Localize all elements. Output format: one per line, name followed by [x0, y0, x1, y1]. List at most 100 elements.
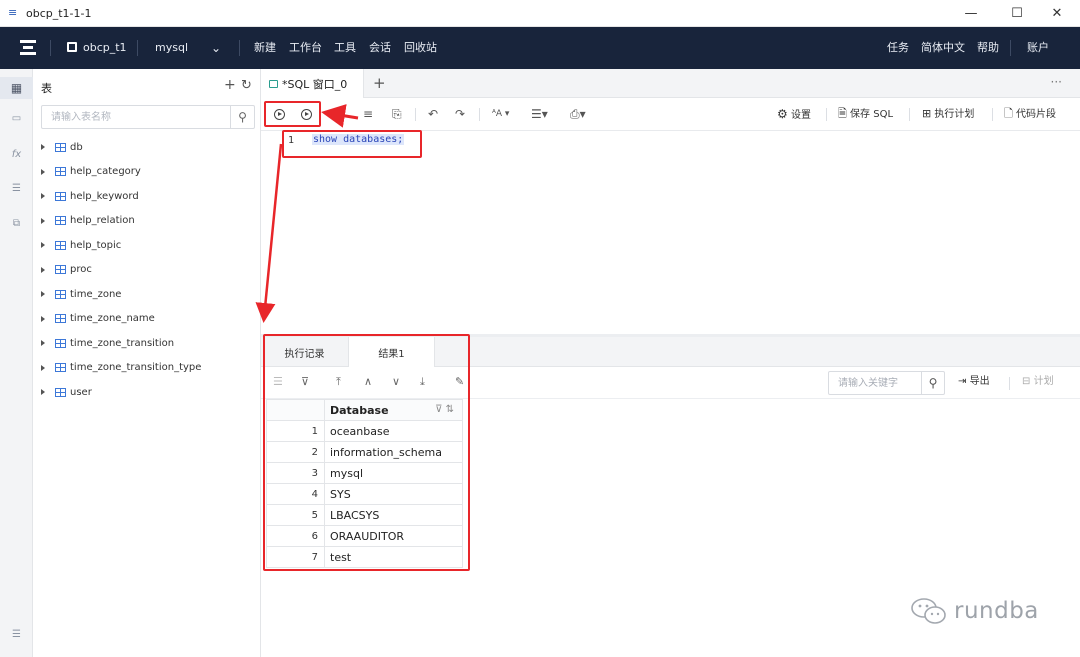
plan-icon: ⊟	[1022, 376, 1031, 387]
table-name: time_zone	[70, 288, 122, 300]
tree-item-table[interactable]: time_zone_transition	[41, 335, 174, 351]
table-icon	[55, 314, 66, 323]
expand-caret-icon[interactable]	[41, 144, 45, 150]
menu-new[interactable]: 新建	[254, 41, 276, 55]
expand-caret-icon[interactable]	[41, 266, 45, 273]
indent-icon[interactable]: ☰▾	[531, 107, 548, 121]
editor-tab-bar: *SQL 窗口_0 + ···	[261, 69, 1080, 98]
toolbar-divider	[1009, 377, 1010, 390]
undo-icon[interactable]: ↶	[428, 107, 438, 121]
find-icon[interactable]: ⎘	[392, 107, 402, 121]
expand-caret-icon[interactable]	[41, 340, 45, 346]
save-icon: 🗎	[838, 107, 847, 120]
expand-caret-icon[interactable]	[41, 291, 45, 297]
tree-item-table[interactable]: db	[41, 139, 83, 155]
tree-item-table[interactable]: proc	[41, 262, 92, 278]
menu-account[interactable]: 账户	[1027, 41, 1049, 55]
redo-icon[interactable]: ↷	[455, 107, 465, 121]
table-name: time_zone_transition	[70, 337, 175, 349]
expand-caret-icon[interactable]	[41, 315, 45, 322]
table-name: time_zone_name	[70, 313, 155, 324]
table-search-box: ⚲	[41, 105, 255, 129]
case-icon[interactable]: ᴬA ▾	[492, 107, 509, 121]
expand-caret-icon[interactable]	[41, 389, 45, 395]
table-search-input[interactable]	[42, 106, 230, 128]
nav-divider	[50, 40, 51, 56]
more-icon[interactable]: ···	[1051, 75, 1062, 89]
sql-file-icon	[269, 79, 278, 88]
nav-divider	[137, 40, 138, 56]
keyword-search-box: ⚲	[828, 371, 945, 395]
toolbar-divider	[826, 108, 827, 121]
script-icon[interactable]: ⎙▾	[570, 107, 586, 121]
tree-item-table[interactable]: help_category	[41, 164, 141, 180]
table-icon	[55, 142, 66, 152]
menu-workbench[interactable]: 工作台	[289, 41, 322, 55]
panel-title: 表	[41, 82, 52, 95]
table-name: proc	[70, 264, 92, 275]
tree-item-table[interactable]: help_keyword	[41, 188, 139, 204]
table-name: time_zone_transition_type	[70, 362, 202, 373]
expand-caret-icon[interactable]	[41, 168, 45, 175]
database-selector[interactable]: mysql	[155, 41, 188, 55]
logo-icon[interactable]	[20, 40, 36, 56]
tree-item-table[interactable]: time_zone	[41, 286, 121, 302]
table-tree-panel: 表 + ↻ ⚲ db help_category help_keyword help_…	[33, 69, 261, 657]
settings-button[interactable]: ⚙ 设置	[777, 107, 811, 121]
toolbar-divider	[479, 108, 480, 121]
watermark-text: rundba	[954, 598, 1039, 624]
annotation-run-buttons	[264, 101, 321, 127]
format-icon[interactable]: ≡	[363, 107, 373, 121]
sequence-icon[interactable]: ⧉	[0, 218, 33, 229]
snippet-button[interactable]: 🗋 代码片段	[1004, 107, 1056, 121]
menu-recycle-bin[interactable]: 回收站	[404, 41, 437, 55]
menu-tools[interactable]: 工具	[334, 41, 356, 55]
tree-item-table[interactable]: help_relation	[41, 213, 135, 229]
refresh-icon[interactable]: ↻	[241, 78, 252, 93]
expand-caret-icon[interactable]	[41, 193, 45, 199]
function-icon[interactable]: fx	[0, 149, 33, 160]
search-icon[interactable]: ⚲	[230, 106, 254, 128]
tab-sql-window[interactable]: *SQL 窗口_0	[261, 69, 364, 98]
table-name: user	[70, 386, 92, 398]
language-selector[interactable]: 简体中文	[921, 41, 965, 55]
view-icon[interactable]: ▭	[0, 113, 33, 124]
nav-divider	[239, 40, 240, 56]
connection-name[interactable]: obcp_t1	[83, 41, 127, 55]
menu-session[interactable]: 会话	[369, 41, 391, 55]
plan-button[interactable]: ⊟ 计划	[1022, 375, 1054, 389]
keyword-search-input[interactable]	[829, 372, 921, 394]
minimize-button[interactable]: —	[948, 0, 994, 27]
expand-caret-icon[interactable]	[41, 364, 45, 371]
chevron-down-icon[interactable]: ⌄	[211, 41, 221, 55]
table-icon	[55, 240, 66, 250]
table-name: help_category	[70, 166, 141, 177]
table-icon	[55, 363, 66, 372]
toolbar-divider	[992, 108, 993, 121]
close-button[interactable]: ✕	[1034, 0, 1080, 27]
add-tab-icon[interactable]: +	[373, 74, 386, 92]
procedure-icon[interactable]: ☰	[0, 183, 33, 194]
exec-plan-button[interactable]: ⊞ 执行计划	[922, 107, 974, 121]
menu-tasks[interactable]: 任务	[887, 41, 909, 55]
export-button[interactable]: ⇥ 导出	[958, 375, 990, 389]
sql-editor[interactable]: 1 show databases;	[261, 131, 1080, 334]
search-icon[interactable]: ⚲	[921, 372, 944, 394]
expand-caret-icon[interactable]	[41, 242, 45, 248]
tree-item-table[interactable]: time_zone_transition_type	[41, 360, 201, 376]
expand-caret-icon[interactable]	[41, 217, 45, 224]
save-sql-button[interactable]: 🗎 保存 SQL	[838, 107, 893, 121]
annotation-sql-code	[282, 130, 422, 158]
editor-toolbar: ≡ ⎘ ↶ ↷ ᴬA ▾ ☰▾ ⎙▾ ⚙ 设置 🗎 保存 SQL ⊞ 执行计划 …	[261, 98, 1080, 131]
collapse-icon[interactable]: ☰	[0, 629, 33, 640]
table-icon[interactable]: ▦	[0, 77, 33, 99]
table-name: db	[70, 141, 83, 153]
tree-item-table[interactable]: help_topic	[41, 237, 121, 253]
tab-label: *SQL 窗口_0	[282, 77, 348, 91]
add-icon[interactable]: +	[224, 77, 236, 93]
table-name: help_relation	[70, 215, 135, 226]
menu-help[interactable]: 帮助	[977, 41, 999, 55]
tree-item-table[interactable]: user	[41, 384, 92, 400]
tree-item-table[interactable]: time_zone_name	[41, 311, 155, 327]
toolbar-divider	[909, 108, 910, 121]
